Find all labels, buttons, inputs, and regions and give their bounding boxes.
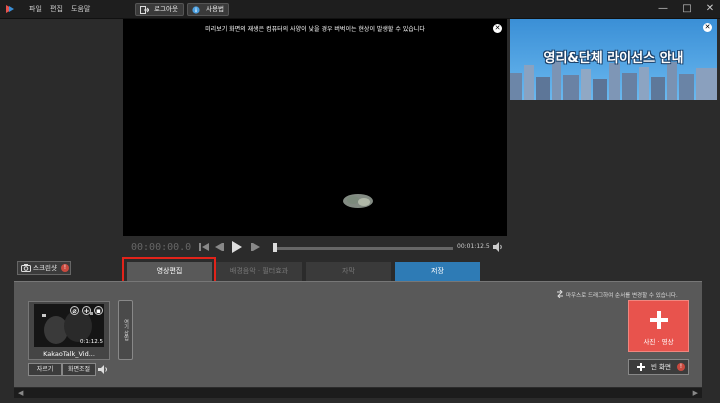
- blank-info-icon[interactable]: !: [677, 363, 685, 371]
- maximize-icon[interactable]: □: [680, 2, 694, 16]
- blank-plus-icon: [637, 363, 645, 371]
- info-icon: [192, 6, 200, 14]
- player-controls: 00:00:00.0 00:01:12.5: [123, 237, 507, 259]
- video-preview[interactable]: 미리보기 화면의 재생은 컴퓨터의 사양이 낮을 경우 버벅이는 현상이 발생할…: [123, 19, 507, 236]
- clip-volume-icon[interactable]: [98, 365, 109, 374]
- volume-icon[interactable]: [493, 241, 503, 253]
- banner-close-icon[interactable]: ✕: [703, 23, 712, 32]
- notice-close-icon[interactable]: ✕: [493, 24, 502, 33]
- tab-subtitle[interactable]: 자막: [306, 262, 391, 281]
- scroll-left-icon[interactable]: ◀: [18, 389, 23, 397]
- title-bar: 파일 편집 도움말 로그아웃 사용법 — □ ✕: [0, 0, 720, 18]
- minimize-icon[interactable]: —: [656, 2, 670, 16]
- reorder-icon: [557, 290, 563, 298]
- blank-screen-button[interactable]: 빈 화면 !: [628, 359, 689, 375]
- license-banner[interactable]: 영리&단체 라이선스 안내 ✕: [510, 19, 717, 100]
- preview-notice: 미리보기 화면의 재생은 컴퓨터의 사양이 낮을 경우 버벅이는 현상이 발생할…: [205, 26, 425, 33]
- trim-button[interactable]: 자르기: [28, 363, 62, 376]
- menu-help[interactable]: 도움말: [71, 4, 90, 14]
- app-logo-icon: [6, 5, 14, 13]
- drag-hint: 마우스로 드래그하여 순서를 변경할 수 있습니다.: [566, 293, 678, 299]
- clip-add-icon[interactable]: +: [82, 306, 91, 315]
- clip-delete-icon[interactable]: ▪: [94, 306, 103, 315]
- logout-button[interactable]: 로그아웃: [135, 3, 184, 16]
- menu-edit[interactable]: 편집: [50, 4, 63, 14]
- close-icon[interactable]: ✕: [703, 2, 717, 16]
- timeline-scrollbar[interactable]: ◀ ▶: [14, 388, 702, 398]
- blank-screen-label: 빈 화면: [651, 363, 672, 371]
- screen-adjust-button[interactable]: 화면조절: [62, 363, 96, 376]
- add-media-button[interactable]: 사진 · 영상: [628, 300, 689, 352]
- video-frame-graphic: [343, 194, 373, 208]
- seek-bar[interactable]: [275, 247, 453, 250]
- logout-icon: [140, 6, 149, 14]
- logout-label: 로그아웃: [154, 5, 178, 13]
- seek-thumb[interactable]: [273, 243, 277, 252]
- add-media-label: 사진 · 영상: [643, 338, 674, 346]
- tab-save[interactable]: 저장: [395, 262, 480, 281]
- banner-title: 영리&단체 라이선스 안내: [543, 51, 684, 66]
- current-time: 00:00:00.0: [131, 242, 192, 253]
- insert-here-panel[interactable]: 여기 삽입: [118, 300, 133, 360]
- skip-start-icon[interactable]: [199, 241, 209, 253]
- tab-music-filter[interactable]: 배경음악 · 필터효과: [216, 262, 302, 281]
- step-back-icon[interactable]: [214, 241, 224, 253]
- menu-file[interactable]: 파일: [29, 4, 42, 14]
- step-forward-icon[interactable]: [251, 241, 261, 253]
- screenshot-button[interactable]: 스크린샷 !: [17, 261, 71, 275]
- clip-link-icon[interactable]: ⌀: [70, 306, 79, 315]
- play-icon[interactable]: [231, 240, 243, 254]
- camera-icon: [21, 264, 31, 272]
- manual-button[interactable]: 사용법: [187, 3, 229, 16]
- screenshot-info-icon[interactable]: !: [61, 264, 69, 272]
- manual-label: 사용법: [206, 5, 224, 13]
- screenshot-label: 스크린샷: [33, 264, 57, 272]
- clip-name: KakaoTalk_Vid...: [43, 350, 95, 358]
- plus-icon: [650, 311, 668, 329]
- scroll-right-icon[interactable]: ▶: [693, 389, 698, 397]
- total-duration: 00:01:12.5: [457, 243, 490, 250]
- clip-duration: 0:1:12.5: [80, 339, 103, 345]
